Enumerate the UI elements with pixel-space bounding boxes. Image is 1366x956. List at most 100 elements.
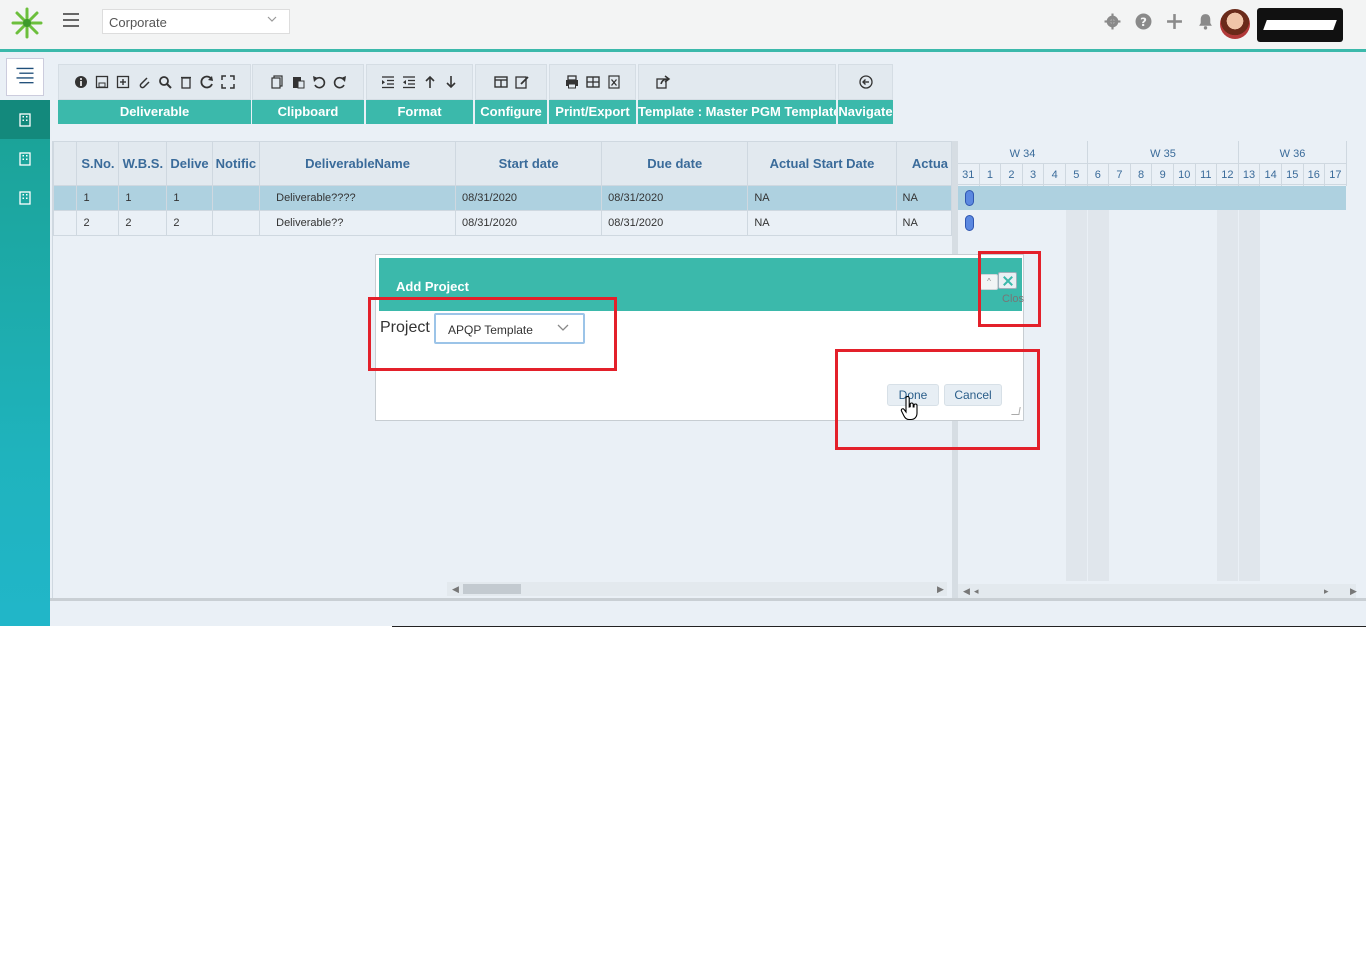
cell-actual-start-date[interactable]: NA [747, 210, 897, 236]
help-icon[interactable]: ? [1135, 13, 1152, 30]
cell-notification [211, 210, 261, 236]
plus-icon[interactable] [1166, 13, 1183, 30]
scroll-right-icon[interactable]: ▸ [1324, 586, 1329, 597]
excel-icon[interactable] [606, 74, 622, 90]
scroll-thumb[interactable] [463, 584, 521, 594]
sidebar-item-2[interactable] [0, 139, 50, 178]
cell-actual[interactable]: NA [895, 210, 953, 236]
delete-icon[interactable] [178, 74, 194, 90]
column-header-actual[interactable]: Actua [895, 141, 953, 186]
weekend-column [1066, 185, 1087, 581]
save-icon[interactable] [94, 74, 110, 90]
ribbon-label-print-export: Print/Export [549, 100, 636, 124]
add-icon[interactable] [115, 74, 131, 90]
day-label: 16 [1304, 164, 1326, 186]
weekend-column [1239, 185, 1260, 581]
back-circle-icon[interactable] [858, 74, 874, 90]
column-header-deliverable-name[interactable]: DeliverableName [259, 141, 456, 186]
outdent-icon[interactable] [401, 74, 417, 90]
attachment-icon[interactable] [136, 74, 152, 90]
scroll-right-icon[interactable]: ▶ [937, 584, 944, 595]
cell-due-date[interactable]: 08/31/2020 [601, 210, 749, 236]
paste-icon[interactable] [290, 74, 306, 90]
bell-icon[interactable] [1197, 13, 1214, 30]
ribbon-label-clipboard: Clipboard [252, 100, 364, 124]
sidebar-item-3[interactable] [0, 178, 50, 217]
day-label: 10 [1174, 164, 1196, 186]
column-header-notification[interactable]: Notific [211, 141, 261, 186]
sidebar-item-1[interactable] [0, 100, 50, 139]
hamburger-menu-icon[interactable] [63, 13, 79, 29]
undo-icon[interactable] [311, 74, 327, 90]
column-header-select[interactable] [52, 141, 78, 186]
scroll-left-icon[interactable]: ◀ [452, 584, 459, 595]
day-label: 3 [1023, 164, 1045, 186]
column-header-sno[interactable]: S.No. [76, 141, 120, 186]
building-icon [19, 190, 31, 205]
ribbon-group-format: Format [366, 64, 473, 124]
arrow-down-icon[interactable] [443, 74, 459, 90]
cell-deliverable: 1 [166, 185, 213, 211]
gear-icon[interactable] [1104, 13, 1121, 30]
app-logo-icon[interactable] [10, 6, 44, 40]
fullscreen-icon[interactable] [220, 74, 236, 90]
cell-notification [211, 185, 261, 211]
info-icon[interactable] [73, 74, 89, 90]
dialog-title: Add Project [396, 279, 469, 294]
weekend-column [1217, 185, 1238, 581]
user-avatar[interactable] [1220, 9, 1250, 39]
scroll-left-icon[interactable]: ◀ [963, 586, 970, 597]
scroll-left-icon[interactable]: ◂ [974, 586, 979, 597]
cell-start-date[interactable]: 08/31/2020 [454, 210, 603, 236]
table-row[interactable]: 2 2 2 Deliverable?? 08/31/2020 08/31/202… [52, 210, 953, 236]
redo-icon[interactable] [332, 74, 348, 90]
edit-icon[interactable] [514, 74, 530, 90]
indent-icon[interactable] [380, 74, 396, 90]
refresh-icon[interactable] [199, 74, 215, 90]
company-logo [1257, 8, 1343, 42]
day-label: 13 [1239, 164, 1261, 186]
cell-actual-start-date[interactable]: NA [747, 185, 897, 211]
share-icon[interactable] [655, 74, 671, 90]
column-header-deliverable[interactable]: Delive [166, 141, 213, 186]
day-label: 9 [1152, 164, 1174, 186]
copy-icon[interactable] [269, 74, 285, 90]
grid-export-icon[interactable] [585, 74, 601, 90]
cell-sno: 1 [76, 185, 120, 211]
scroll-right-icon[interactable]: ▶ [1350, 586, 1357, 597]
row-selector[interactable] [52, 185, 78, 211]
gantt-task-bar[interactable] [965, 190, 974, 206]
column-header-wbs[interactable]: W.B.S. [118, 141, 168, 186]
print-icon[interactable] [564, 74, 580, 90]
week-label: W 34 [958, 141, 1088, 163]
annotation-highlight-buttons [835, 349, 1040, 450]
cell-start-date[interactable]: 08/31/2020 [454, 185, 603, 211]
columns-icon[interactable] [493, 74, 509, 90]
arrow-up-icon[interactable] [422, 74, 438, 90]
column-header-due-date[interactable]: Due date [601, 141, 749, 186]
page-footer-line [0, 626, 1366, 627]
list-tree-icon [16, 67, 34, 84]
gantt-selected-row[interactable] [958, 186, 1346, 210]
ribbon-label-template: Template : Master PGM Template [638, 100, 836, 124]
organization-select[interactable]: Corporate [102, 9, 290, 34]
gantt-week-header: W 34 W 35 W 36 [958, 141, 1347, 163]
column-header-actual-start-date[interactable]: Actual Start Date [747, 141, 897, 186]
table-row[interactable]: 1 1 1 Deliverable???? 08/31/2020 08/31/2… [52, 185, 953, 211]
organization-select-value: Corporate [109, 15, 167, 30]
gantt-horizontal-scrollbar[interactable]: ◀ ◂ ▸ ▶ [958, 584, 1357, 598]
gantt-task-bar[interactable] [965, 215, 974, 231]
day-label: 2 [1001, 164, 1023, 186]
building-icon [19, 151, 31, 166]
search-icon[interactable] [157, 74, 173, 90]
ribbon-label-configure: Configure [475, 100, 547, 124]
cell-actual[interactable]: NA [895, 185, 953, 211]
column-header-start-date[interactable]: Start date [454, 141, 603, 186]
sidebar-toggle[interactable] [0, 55, 50, 100]
grid-horizontal-scrollbar[interactable]: ◀ ▶ [447, 582, 947, 596]
cell-due-date[interactable]: 08/31/2020 [601, 185, 749, 211]
row-selector[interactable] [52, 210, 78, 236]
day-label: 8 [1131, 164, 1153, 186]
cell-deliverable-name[interactable]: Deliverable???? [259, 185, 456, 211]
cell-deliverable-name[interactable]: Deliverable?? [259, 210, 456, 236]
